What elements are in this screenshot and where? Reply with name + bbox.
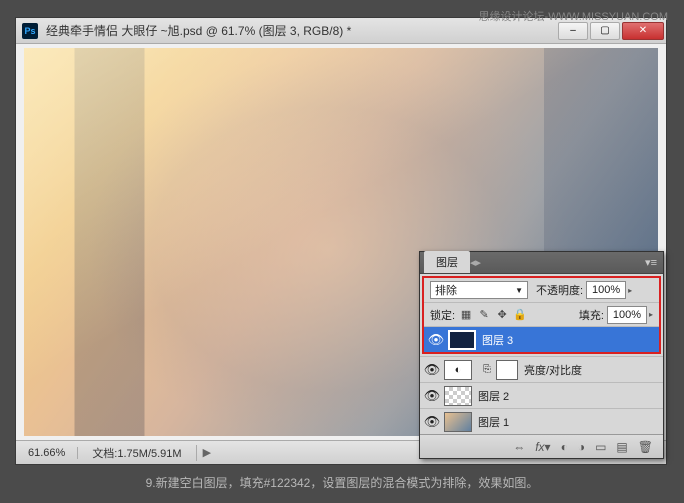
maximize-button[interactable]: ▢: [590, 22, 620, 40]
panel-tab-row: 图层 ◂▸ ▾≡: [420, 252, 663, 274]
layers-tab[interactable]: 图层: [424, 251, 470, 273]
highlighted-region: 排除 ▼ 不透明度: 100% ▸ 锁定: ▦ ✎ ✥ 🔒 填充: 100% ▸…: [422, 276, 661, 354]
layer-row[interactable]: 👁 图层 1: [420, 408, 663, 434]
close-button[interactable]: ✕: [622, 22, 664, 40]
visibility-toggle[interactable]: 👁: [420, 388, 444, 404]
window-title: 经典牵手情侣 大眼仔 ~旭.psd @ 61.7% (图层 3, RGB/8) …: [46, 22, 558, 39]
blend-mode-value: 排除: [435, 282, 457, 298]
opacity-arrow-icon[interactable]: ▸: [628, 286, 632, 295]
lock-row: 锁定: ▦ ✎ ✥ 🔒 填充: 100% ▸: [424, 302, 659, 326]
layer-thumbnail[interactable]: [448, 330, 476, 350]
panel-footer: ⇔ fx▾ ◐ ◑ ▭ ▤ 🗑: [420, 434, 663, 458]
visibility-toggle[interactable]: 👁: [420, 362, 444, 378]
zoom-level[interactable]: 61.66%: [16, 447, 78, 459]
adjustment-thumbnail[interactable]: ◐: [444, 360, 472, 380]
visibility-toggle[interactable]: 👁: [420, 414, 444, 430]
layer-name[interactable]: 图层 2: [478, 388, 663, 404]
lock-position-icon[interactable]: ✥: [495, 308, 509, 322]
document-size: 文档:1.75M/5.91M: [78, 445, 196, 461]
fill-arrow-icon[interactable]: ▸: [649, 310, 653, 319]
fill-input[interactable]: 100%: [607, 306, 647, 324]
lock-all-icon[interactable]: 🔒: [513, 308, 527, 322]
delete-layer-icon[interactable]: 🗑: [638, 440, 653, 454]
ps-app-icon: Ps: [22, 23, 38, 39]
layer-mask-icon[interactable]: ◐: [561, 440, 568, 454]
link-layers-icon[interactable]: ⇔: [513, 440, 525, 454]
lock-icons-group: ▦ ✎ ✥ 🔒: [459, 308, 527, 322]
mask-thumbnail[interactable]: [496, 360, 518, 380]
layer-row[interactable]: 👁 图层 2: [420, 382, 663, 408]
panel-collapse-icon[interactable]: ◂▸: [470, 256, 481, 269]
lock-transparent-icon[interactable]: ▦: [459, 308, 473, 322]
watermark-text: 思缘设计论坛-WWW.MISSYUAN.COM: [479, 8, 668, 24]
layer-name[interactable]: 图层 3: [482, 332, 659, 348]
layer-row-selected[interactable]: 👁 图层 3: [424, 326, 659, 352]
status-menu-arrow[interactable]: ▶: [197, 446, 217, 459]
layer-style-icon[interactable]: fx▾: [535, 440, 550, 454]
opacity-input[interactable]: 100%: [586, 281, 626, 299]
layer-row[interactable]: 👁 ◐ ⎘ 亮度/对比度: [420, 356, 663, 382]
panel-menu-icon[interactable]: ▾≡: [645, 256, 657, 269]
minimize-button[interactable]: –: [558, 22, 588, 40]
blend-mode-row: 排除 ▼ 不透明度: 100% ▸: [424, 278, 659, 302]
layer-name[interactable]: 亮度/对比度: [524, 362, 663, 378]
fill-label: 填充:: [579, 307, 604, 323]
blend-mode-select[interactable]: 排除 ▼: [430, 281, 528, 299]
layer-name[interactable]: 图层 1: [478, 414, 663, 430]
window-controls: – ▢ ✕: [558, 22, 666, 40]
visibility-toggle[interactable]: 👁: [424, 332, 448, 348]
tutorial-caption: 9.新建空白图层，填充#122342，设置图层的混合模式为排除，效果如图。: [0, 474, 684, 491]
layer-thumbnail[interactable]: [444, 386, 472, 406]
link-icon: ⎘: [478, 364, 496, 375]
layer-thumbnail[interactable]: [444, 412, 472, 432]
lock-pixels-icon[interactable]: ✎: [477, 308, 491, 322]
group-icon[interactable]: ▭: [595, 440, 606, 454]
opacity-label: 不透明度:: [536, 282, 583, 298]
lock-label: 锁定:: [430, 307, 455, 323]
layers-panel: 图层 ◂▸ ▾≡ 排除 ▼ 不透明度: 100% ▸ 锁定: ▦ ✎ ✥ 🔒 填…: [419, 251, 664, 459]
adjustment-layer-icon[interactable]: ◑: [578, 440, 585, 454]
dropdown-arrow-icon: ▼: [515, 286, 523, 295]
new-layer-icon[interactable]: ▤: [616, 440, 627, 454]
